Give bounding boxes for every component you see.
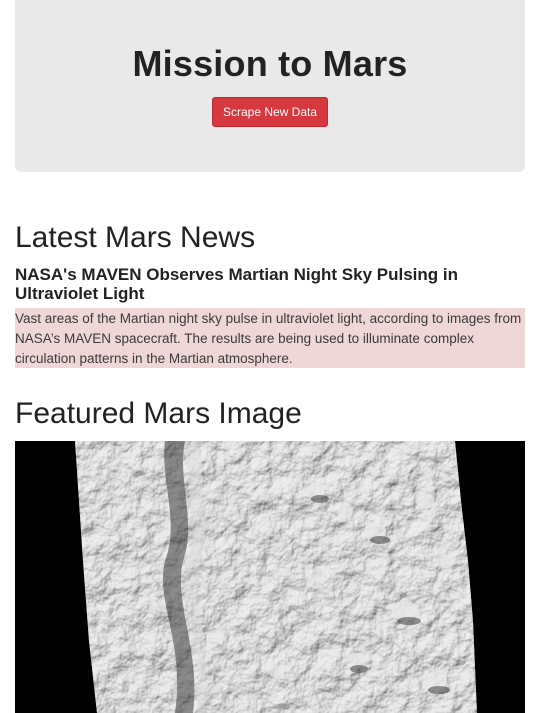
scrape-new-data-button[interactable]: Scrape New Data xyxy=(212,97,328,127)
jumbotron: Mission to Mars Scrape New Data xyxy=(15,0,525,172)
featured-image-heading: Featured Mars Image xyxy=(15,397,302,430)
news-title: NASA's MAVEN Observes Martian Night Sky … xyxy=(15,265,458,303)
featured-mars-image[interactable] xyxy=(15,441,525,713)
news-section-heading: Latest Mars News xyxy=(15,221,256,254)
mars-surface-image xyxy=(15,441,525,713)
news-paragraph: Vast areas of the Martian night sky puls… xyxy=(15,308,525,368)
page-title: Mission to Mars xyxy=(132,43,408,84)
